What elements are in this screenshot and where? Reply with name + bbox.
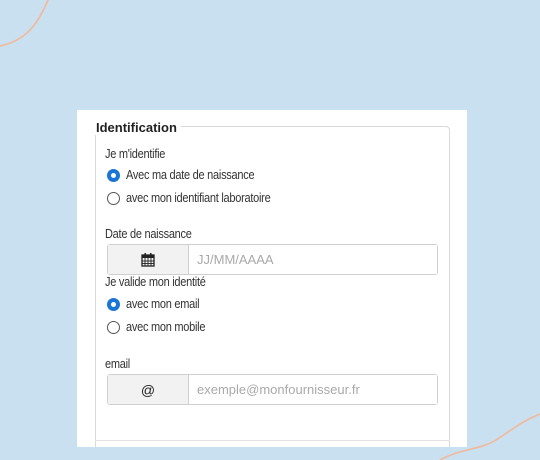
radio-birthdate-label: Avec ma date de naissance	[126, 168, 255, 182]
birthdate-addon	[108, 245, 189, 274]
radio-mobile-label: avec mon mobile	[126, 320, 206, 334]
email-input-group: @	[107, 374, 438, 405]
email-label: email	[105, 357, 130, 371]
email-field[interactable]	[189, 375, 437, 404]
radio-unchecked-icon[interactable]	[107, 320, 120, 334]
radio-unchecked-icon[interactable]	[107, 191, 120, 205]
section-divider	[95, 440, 450, 441]
birthdate-field[interactable]	[189, 245, 437, 274]
radio-email-label: avec mon email	[126, 297, 200, 311]
birthdate-input-group	[107, 244, 438, 275]
radio-checked-icon[interactable]	[107, 168, 120, 182]
validate-label: Je valide mon identité	[105, 275, 206, 289]
radio-lab-id-label: avec mon identifiant laboratoire	[126, 191, 271, 205]
identify-label: Je m'identifie	[105, 147, 166, 161]
calendar-icon	[141, 253, 155, 267]
birthdate-label: Date de naissance	[105, 227, 192, 241]
radio-birthdate[interactable]: Avec ma date de naissance	[107, 168, 272, 182]
identification-card: Identification Je m'identifie Avec ma da…	[77, 110, 467, 447]
radio-checked-icon[interactable]	[107, 297, 120, 311]
section-legend: Identification	[95, 120, 181, 135]
at-sign-icon: @	[108, 375, 189, 404]
radio-email[interactable]: avec mon email	[107, 297, 209, 311]
radio-mobile[interactable]: avec mon mobile	[107, 320, 216, 334]
radio-lab-id[interactable]: avec mon identifiant laboratoire	[107, 191, 290, 205]
